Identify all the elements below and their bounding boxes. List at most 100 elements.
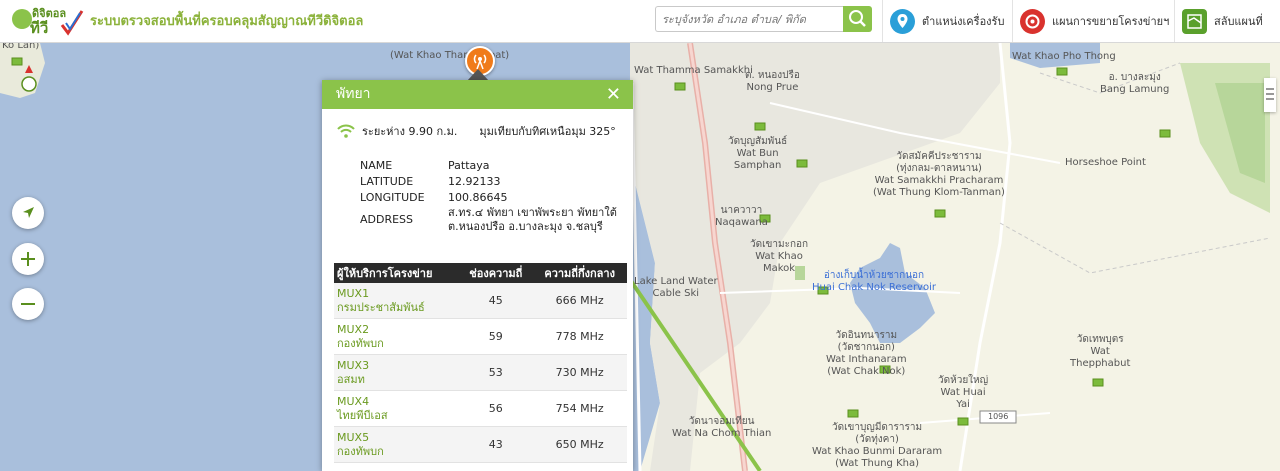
map-label: อ. บางละมุง Bang Lamung [1100,72,1170,95]
table-row: MUX1 กรมประชาสัมพันธ์ 45 666 MHz [334,283,627,319]
map-label: วัดสมัคคีประชาราม (ทุ่งกลม-ตาลหนาน) Wat … [873,151,1005,198]
detail-row: LONGITUDE 100.86645 [360,190,624,206]
map-label: นาควาวา Naqawana [715,205,768,228]
mux-id: MUX3 [337,358,370,372]
map-canvas[interactable]: Ko Lan) (Wat Khao Thammabat) Wat Thamma … [0,43,1280,471]
plus-icon [21,252,35,266]
locate-button[interactable] [12,197,44,229]
map-label: วัดเขาบุญมีดาราราม (วัดทุ่งคา) Wat Khao … [812,422,943,469]
operator-name: ไทยพีบีเอส [337,408,388,422]
table-row: MUX2 กองทัพบก 59 778 MHz [334,318,627,355]
map-label: Lake Land Water Cable Ski [634,276,718,299]
mux-cell: MUX3 อสมท [334,354,460,391]
side-panel-handle[interactable] [1264,78,1276,112]
operator-name: กองทัพบก [337,336,384,350]
detail-row: ADDRESS ส.ทร.๔ พัทยา เขาพัพระยา พัทยาใต้ … [360,206,624,234]
operator-name: กองทัพบก [337,444,384,458]
popup-title: พัทยา [336,86,371,102]
detail-value: Pattaya [448,159,490,172]
table-header-row: ผู้ให้บริการโครงข่าย ช่องความถี่ ความถี่… [334,263,627,283]
mux-cell: MUX4 ไทยพีบีเอส [334,390,460,427]
app-title: ระบบตรวจสอบพื้นที่ครอบคลุมสัญญาณทีวีดิจิ… [90,14,364,29]
table-row: MUX3 อสมท 53 730 MHz [334,354,627,391]
map-background [0,43,1280,471]
detail-key: ADDRESS [360,213,414,226]
frequency-cell: 730 MHz [532,354,627,391]
mux-table: ผู้ให้บริการโครงข่าย ช่องความถี่ ความถี่… [334,263,627,463]
detail-row: NAME Pattaya [360,158,624,174]
menu-icon [1266,88,1274,100]
channel-cell: 43 [459,426,533,463]
frequency-cell: 778 MHz [532,318,627,355]
map-label: วัดบุญสัมพันธ์ Wat Bun Samphan [728,136,788,171]
column-header: ผู้ให้บริการโครงข่าย [334,263,460,283]
operator-name: อสมท [337,372,365,386]
search-icon [849,10,866,27]
wifi-signal-icon [337,124,355,138]
close-button[interactable]: ✕ [606,80,621,109]
distance-row: ระยะห่าง 9.90 ก.ม. มุมเทียบกับทิศเหนือมุ… [336,122,616,140]
mux-id: MUX4 [337,394,370,408]
minus-icon [21,303,35,305]
mux-cell: MUX5 กองทัพบก [334,426,460,463]
mux-id: MUX5 [337,430,370,444]
column-header: ช่องความถี่ [459,263,533,283]
channel-cell: 59 [459,318,533,355]
top-header: ดิจิตอล ทีวี ระบบตรวจสอบพื้นที่ครอบคลุมส… [0,0,1280,43]
svg-text:ทีวี: ทีวี [30,19,48,37]
map-label: วัดนาจอมเทียน Wat Na Chom Thian [672,416,772,439]
search-input[interactable] [655,6,843,32]
logo[interactable]: ดิจิตอล ทีวี [10,3,84,37]
search-button[interactable] [843,6,872,32]
locate-arrow-icon [23,207,34,218]
station-details: NAME Pattaya LATITUDE 12.92133 LONGITUDE 10… [360,158,624,234]
map-label: Horseshoe Point [1065,157,1146,168]
station-info-popup: พัทยา ✕ ระยะห่าง 9.90 ก.ม. มุมเทียบกับทิ… [322,80,633,471]
detail-value: ส.ทร.๔ พัทยา เขาพัพระยา พัทยาใต้ ต.หนองป… [448,206,617,233]
map-label: Wat Thamma Samakkhi [634,65,753,76]
map-pin-icon [890,8,915,34]
channel-cell: 56 [459,390,533,427]
channel-cell: 45 [459,283,533,319]
mux-cell: MUX1 กรมประชาสัมพันธ์ [334,283,460,319]
table-row: MUX5 กองทัพบก 43 650 MHz [334,426,627,463]
nav-label: ตำแหน่งเครื่องรับ [922,15,1005,28]
detail-key: LONGITUDE [360,191,425,204]
map-label: วัดห้วยใหญ่ Wat Huai Yai [938,375,989,410]
detail-key: LATITUDE [360,175,414,188]
network-plan-icon [1020,8,1045,34]
table-row: MUX4 ไทยพีบีเอส 56 754 MHz [334,390,627,427]
nav-receiver-location[interactable]: ตำแหน่งเครื่องรับ [882,0,1012,42]
detail-row: LATITUDE 12.92133 [360,174,624,190]
map-label: Ko Lan) [2,43,40,51]
map-switch-icon [1182,8,1207,34]
bearing-text: มุมเทียบกับทิศเหนือมุม 325° [479,125,616,138]
map-label: วัดเขามะกอก Wat Khao Makok [750,239,809,274]
map-label: Wat Khao Pho Thong [1012,51,1116,62]
mux-cell: MUX2 กองทัพบก [334,318,460,355]
channel-cell: 53 [459,354,533,391]
road-number: 1096 [988,412,1009,421]
nav-label: แผนการขยายโครงข่ายฯ [1052,15,1170,28]
map-label: ต. หนองปรือ Nong Prue [745,70,800,93]
detail-value: 100.86645 [448,191,508,204]
zoom-in-button[interactable] [12,243,44,275]
frequency-cell: 650 MHz [532,426,627,463]
detail-key: NAME [360,159,393,172]
map-label: วัดอินทนาราม (วัดชากนอก) Wat Inthanaram … [826,330,907,377]
zoom-out-button[interactable] [12,288,44,320]
mux-id: MUX1 [337,286,370,300]
mux-id: MUX2 [337,322,370,336]
frequency-cell: 666 MHz [532,283,627,319]
distance-text: ระยะห่าง 9.90 ก.ม. [362,125,458,138]
nav-switch-map[interactable]: สลับแผนที่ [1174,0,1280,42]
column-header: ความถี่กึ่งกลาง [532,263,627,283]
map-label: วัดเทพบุตร Wat Thepphabut [1070,334,1131,369]
popup-header: พัทยา ✕ [322,80,633,109]
detail-value: 12.92133 [448,175,501,188]
nav-network-plan[interactable]: แผนการขยายโครงข่ายฯ [1012,0,1174,42]
nav-label: สลับแผนที่ [1214,15,1263,28]
map-label: อ่างเก็บน้ำห้วยชากนอก Huai Chak Nok Rese… [812,270,936,293]
operator-name: กรมประชาสัมพันธ์ [337,300,425,314]
frequency-cell: 754 MHz [532,390,627,427]
